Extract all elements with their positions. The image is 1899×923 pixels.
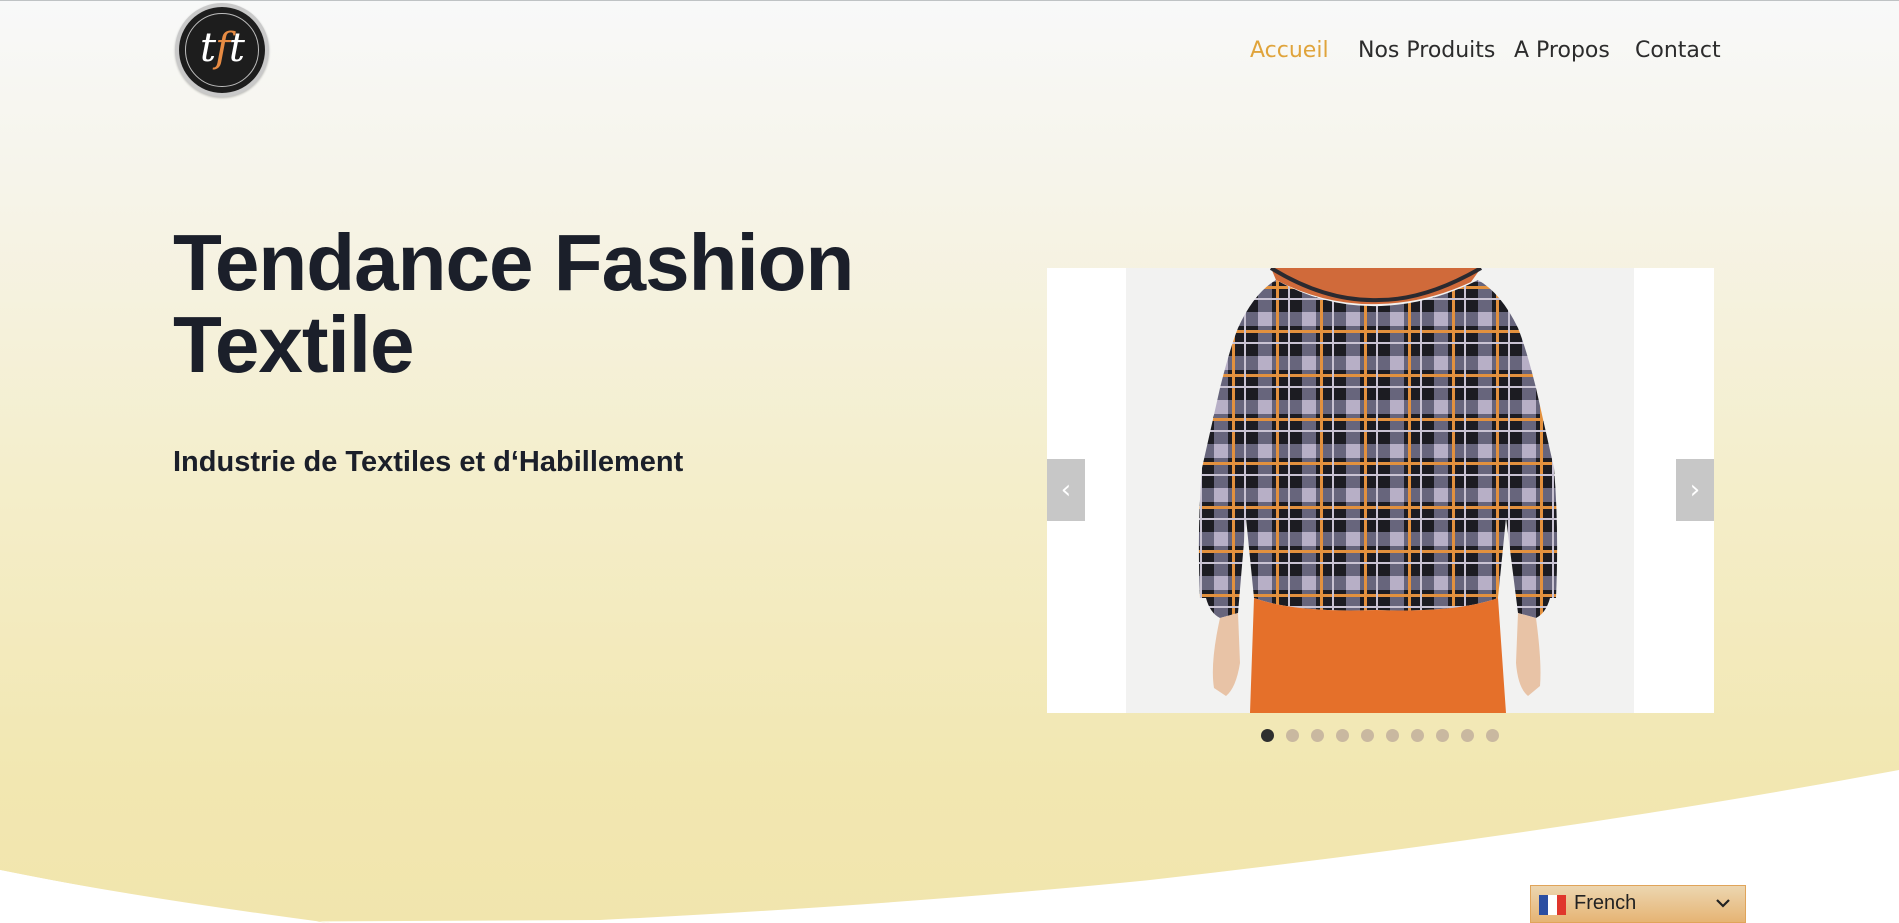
nav-a-propos[interactable]: A Propos [1514,34,1610,68]
chevron-left-icon: ‹ [1060,475,1072,505]
product-slider: ‹ › [1047,268,1714,713]
language-selector[interactable]: French [1530,885,1746,923]
chevron-right-icon: › [1689,475,1701,505]
slider-dot-2[interactable] [1286,729,1299,742]
plaid-shirt-photo [1126,268,1634,713]
slider-prev-button[interactable]: ‹ [1047,459,1085,521]
hero-title: Tendance Fashion Textile [173,218,854,389]
slider-dot-1[interactable] [1261,729,1274,742]
slider-dot-8[interactable] [1436,729,1449,742]
chevron-down-icon [1716,899,1730,908]
logo-badge: tft [179,7,265,93]
top-border [0,0,1899,1]
language-label: French [1574,892,1637,914]
logo-monogram: tft [200,25,245,71]
slider-next-button[interactable]: › [1676,459,1714,521]
nav-accueil[interactable]: Accueil [1250,34,1329,68]
slider-dot-7[interactable] [1411,729,1424,742]
nav-contact[interactable]: Contact [1635,34,1721,68]
slider-dot-4[interactable] [1336,729,1349,742]
france-flag-icon [1539,895,1566,915]
slider-dot-6[interactable] [1386,729,1399,742]
slider-dot-3[interactable] [1311,729,1324,742]
slider-dot-5[interactable] [1361,729,1374,742]
hero-subtitle: Industrie de Textiles et d‘Habillement [173,446,684,478]
slider-dot-10[interactable] [1486,729,1499,742]
nav-nos-produits[interactable]: Nos Produits [1358,34,1495,68]
slide-image[interactable] [1126,268,1634,713]
site-logo[interactable]: tft [175,3,269,97]
slider-dot-9[interactable] [1461,729,1474,742]
